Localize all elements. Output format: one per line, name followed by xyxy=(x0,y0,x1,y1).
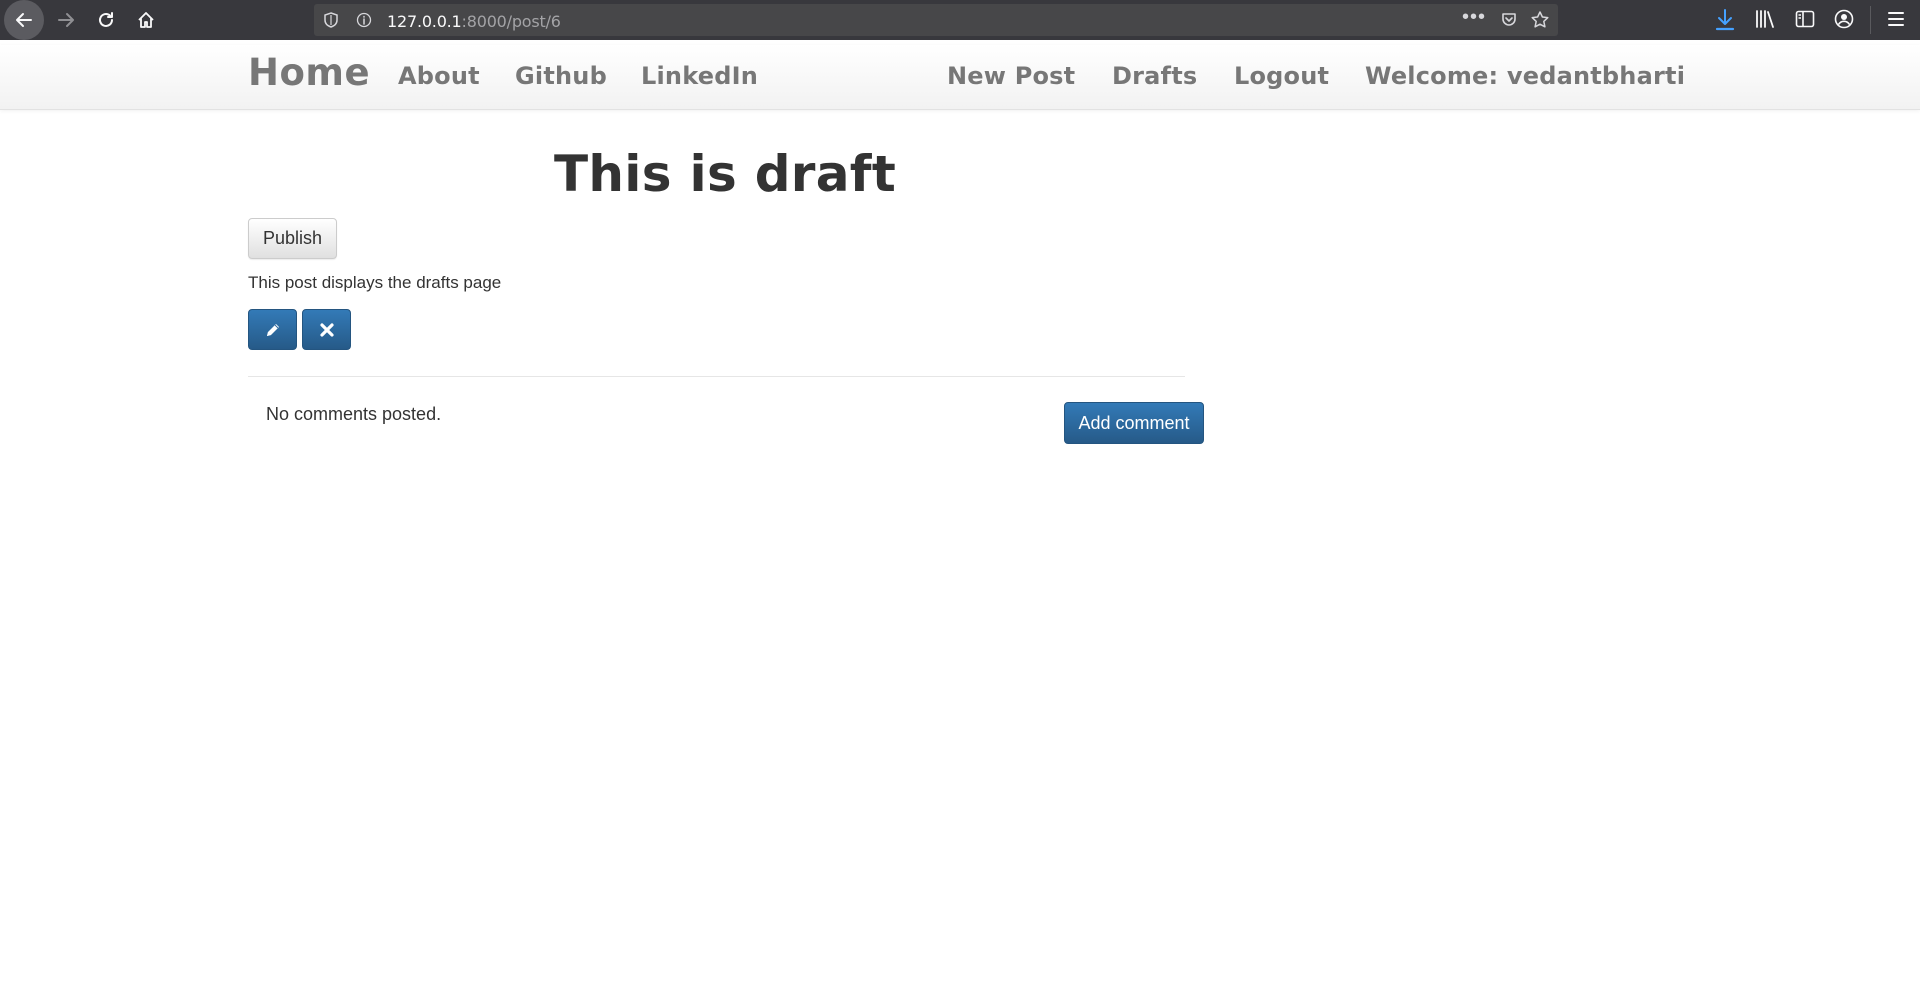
back-button[interactable] xyxy=(4,0,44,40)
post-title: This is draft xyxy=(554,145,897,203)
home-icon xyxy=(138,12,154,28)
nav-about-link[interactable]: About xyxy=(398,58,480,94)
nav-linkedin-link[interactable]: LinkedIn xyxy=(641,58,758,94)
no-comments-text: No comments posted. xyxy=(266,404,442,424)
library-icon[interactable] xyxy=(1754,8,1776,30)
nav-logout-link[interactable]: Logout xyxy=(1234,58,1329,94)
forward-button[interactable] xyxy=(46,0,86,40)
edit-post-button[interactable] xyxy=(248,309,297,350)
content-divider xyxy=(248,376,1185,377)
browser-toolbar: 127.0.0.1:8000/post/6 ••• xyxy=(0,0,1920,40)
url-bar[interactable]: 127.0.0.1:8000/post/6 ••• xyxy=(314,4,1558,36)
bookmark-star-icon[interactable] xyxy=(1530,10,1550,30)
pencil-icon xyxy=(266,323,279,336)
sidebar-icon[interactable] xyxy=(1794,8,1816,30)
delete-post-button[interactable] xyxy=(302,309,351,350)
publish-button[interactable]: Publish xyxy=(248,218,337,259)
remove-icon xyxy=(319,322,334,337)
url-host: 127.0.0.1 xyxy=(387,12,462,31)
nav-github-link[interactable]: Github xyxy=(515,58,607,94)
site-info-icon[interactable] xyxy=(356,12,372,28)
downloads-icon[interactable] xyxy=(1714,8,1736,32)
url-path: :8000/post/6 xyxy=(461,12,561,31)
forward-arrow-icon xyxy=(58,13,74,27)
post-body: This post displays the drafts page xyxy=(248,273,502,292)
account-icon[interactable] xyxy=(1833,8,1855,30)
nav-welcome-user[interactable]: Welcome: vedantbharti xyxy=(1365,58,1685,94)
nav-new-post-link[interactable]: New Post xyxy=(947,58,1075,94)
back-arrow-icon xyxy=(4,0,44,40)
tracking-shield-icon[interactable] xyxy=(322,11,340,29)
reload-button[interactable] xyxy=(86,0,126,40)
add-comment-button[interactable]: Add comment xyxy=(1064,402,1204,444)
reload-icon xyxy=(99,12,113,27)
pocket-icon[interactable] xyxy=(1500,11,1518,29)
nav-home-brand[interactable]: Home xyxy=(248,54,370,91)
home-button[interactable] xyxy=(126,0,166,40)
site-navbar: Home About Github LinkedIn New Post Draf… xyxy=(0,45,1920,110)
page-actions-icon[interactable]: ••• xyxy=(1462,6,1486,29)
nav-drafts-link[interactable]: Drafts xyxy=(1112,58,1197,94)
menu-icon[interactable] xyxy=(1885,8,1907,30)
toolbar-separator xyxy=(1870,6,1871,34)
url-text[interactable]: 127.0.0.1:8000/post/6 xyxy=(387,12,561,31)
